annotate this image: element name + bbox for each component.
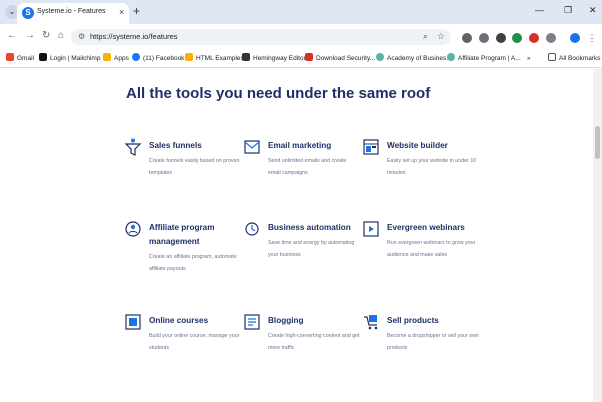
folder-icon — [548, 53, 556, 61]
feature-title: Affiliate program management — [149, 223, 215, 246]
affiliate-icon — [125, 221, 141, 237]
url-text[interactable]: https://systeme.io/features — [90, 32, 178, 41]
feature-description: Save time and energy by automating your … — [268, 240, 355, 259]
blog-icon — [244, 314, 260, 330]
feature-description: Easily set up your website in under 10 m… — [387, 158, 477, 177]
extension-icon[interactable] — [512, 33, 522, 43]
zoom-search-icon[interactable]: ⌕ — [423, 31, 428, 42]
mailchimp-icon — [39, 53, 47, 61]
profile-avatar-icon[interactable] — [570, 33, 580, 43]
apps-grid-icon — [103, 53, 111, 61]
security-icon — [305, 53, 313, 61]
bookmark-academy[interactable]: Academy of Busines... — [376, 53, 452, 65]
page-heading: All the tools you need under the same ro… — [126, 85, 431, 102]
feature-title: Sell products — [387, 316, 439, 325]
forward-icon[interactable]: → — [25, 30, 35, 41]
close-window-icon[interactable]: ✕ — [589, 5, 597, 16]
tab-title: Systeme.io - Features — [37, 8, 106, 15]
bookmark-facebook[interactable]: (11) Facebook — [132, 53, 184, 65]
feature-title: Email marketing — [268, 141, 332, 150]
feature-description: Run evergreen webinars to grow your audi… — [387, 240, 476, 259]
cart-icon — [364, 315, 378, 330]
feature-description: Send unlimited emails and create email c… — [268, 158, 347, 177]
page-scrollbar[interactable] — [593, 69, 602, 402]
tab-favicon-icon: S — [22, 7, 34, 19]
facebook-icon — [132, 53, 140, 61]
email-icon — [244, 140, 260, 154]
feature-description: Create an affiliate program, automate af… — [149, 254, 237, 273]
bookmark-star-icon[interactable]: ☆ — [437, 31, 445, 42]
feature-title: Business automation — [268, 223, 351, 232]
extension-icon[interactable] — [479, 33, 489, 43]
bookmark-gmail[interactable]: Gmail — [6, 53, 34, 65]
new-tab-icon[interactable]: + — [133, 4, 140, 18]
feature-description: Create funnels easily based on proven te… — [149, 158, 240, 177]
back-icon[interactable]: ← — [7, 30, 17, 41]
w3schools-icon — [185, 53, 193, 61]
home-icon[interactable]: ⌂ — [58, 30, 64, 41]
extension-icon[interactable] — [496, 33, 506, 43]
feature-title: Blogging — [268, 316, 304, 325]
browser-menu-icon[interactable]: ⋮ — [587, 33, 597, 43]
feature-description: Create high-converting content and get m… — [268, 333, 360, 352]
tab-close-icon[interactable]: × — [119, 7, 124, 17]
bookmark-affiliate[interactable]: Affiliate Program | A... — [447, 53, 521, 65]
academy-icon — [376, 53, 384, 61]
course-icon — [125, 314, 141, 330]
bookmark-apps[interactable]: Apps — [103, 53, 129, 65]
bookmark-download-security[interactable]: Download Security... — [305, 53, 375, 65]
address-bar[interactable]: ⚙ https://systeme.io/features ⌕ ☆ — [71, 29, 451, 45]
extension-icon[interactable] — [462, 33, 472, 43]
extension-icon[interactable] — [529, 33, 539, 43]
gmail-icon — [6, 53, 14, 61]
bookmark-mailchimp[interactable]: Login | Mailchimp — [39, 53, 100, 65]
website-builder-icon — [363, 139, 379, 155]
more-bookmarks-icon[interactable]: » — [527, 53, 531, 65]
bookmarks-bar: Gmail Login | Mailchimp Apps (11) Facebo… — [0, 50, 602, 68]
hemingway-icon — [242, 53, 250, 61]
bookmark-html-examples[interactable]: HTML Examples — [185, 53, 244, 65]
feature-description: Build your online course, manage your st… — [149, 333, 240, 352]
bookmark-hemingway[interactable]: Hemingway Editor — [242, 53, 306, 65]
active-tab[interactable]: S Systeme.io - Features × — [17, 3, 129, 24]
extensions-puzzle-icon[interactable] — [546, 33, 556, 43]
minimize-window-icon[interactable]: — — [535, 5, 544, 15]
funnel-icon — [124, 138, 142, 156]
all-bookmarks[interactable]: All Bookmarks — [548, 53, 601, 65]
restore-window-icon[interactable]: ❐ — [564, 5, 572, 16]
webinar-icon — [363, 221, 379, 237]
site-info-icon[interactable]: ⚙ — [78, 32, 85, 41]
scrollbar-thumb[interactable] — [595, 126, 600, 159]
feature-title: Website builder — [387, 141, 448, 150]
feature-title: Evergreen webinars — [387, 223, 465, 232]
reload-icon[interactable]: ↻ — [42, 30, 50, 41]
features-page: All the tools you need under the same ro… — [0, 69, 602, 402]
feature-title: Sales funnels — [149, 141, 202, 150]
feature-description: Become a dropshipper or sell your own pr… — [387, 333, 479, 352]
browser-tab-strip: ⌄ S Systeme.io - Features × + — ❐ ✕ — [0, 0, 602, 24]
affiliate-bookmark-icon — [447, 53, 455, 61]
feature-title: Online courses — [149, 316, 209, 325]
automation-icon — [245, 222, 259, 236]
